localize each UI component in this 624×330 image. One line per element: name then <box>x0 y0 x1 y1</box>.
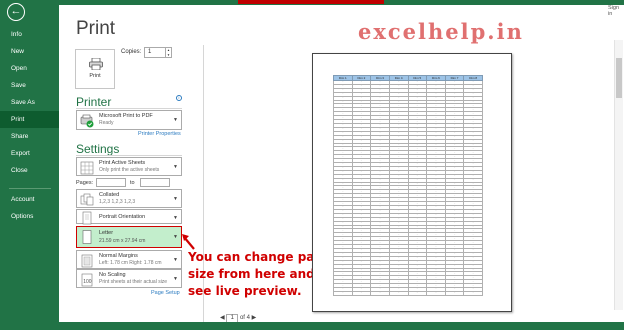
page-setup-link[interactable]: Page Setup <box>151 290 180 296</box>
chevron-down-icon: ▼ <box>173 234 178 240</box>
callout-arrow-icon <box>182 234 195 250</box>
backstage-nav: ← Info New Open Save Save As Print Share Export… <box>0 0 59 330</box>
title-bar-highlight <box>238 0 384 4</box>
nav-item-info[interactable]: Info <box>0 26 59 43</box>
copies-spinner[interactable]: ▲ ▼ <box>165 48 171 57</box>
divider <box>76 108 182 109</box>
pages-to-label: to <box>130 180 135 186</box>
preview-cell: – <box>444 290 465 296</box>
preview-cell: – <box>388 290 409 296</box>
excel-print-backstage: ← Info New Open Save Save As Print Share Export… <box>0 0 624 330</box>
nav-separator <box>9 188 51 189</box>
printer-name: Microsoft Print to PDF <box>99 113 153 119</box>
info-icon[interactable]: i <box>176 95 182 101</box>
preview-cell: – <box>426 290 446 296</box>
scrollbar-thumb[interactable] <box>616 58 622 98</box>
scaling-dropdown[interactable]: 100 No Scaling Print sheets at their act… <box>76 269 182 288</box>
orientation-dropdown[interactable]: Portrait Orientation ▼ <box>76 209 182 225</box>
margins-icon <box>81 254 93 268</box>
margins-dropdown[interactable]: Normal Margins Left: 1.78 cm Right: 1.78… <box>76 250 182 269</box>
chevron-down-icon: ▼ <box>173 196 178 202</box>
collation-title: Collated <box>99 192 120 198</box>
scope-subtitle: Only print the active sheets <box>99 167 160 173</box>
chevron-down-icon: ▼ <box>173 117 178 123</box>
preview-table: Dim 1 Dim 2 Dim 3 Dim 4 Dim 5 Dim 6 Dim 7 Dim 8… <box>333 75 483 296</box>
nav-item-open[interactable]: Open <box>0 60 59 77</box>
svg-text:100: 100 <box>83 279 92 285</box>
pages-to-input[interactable] <box>140 178 170 187</box>
pdf-printer-icon <box>80 114 94 128</box>
nav-item-new[interactable]: New <box>0 43 59 60</box>
sheets-icon <box>80 161 94 175</box>
printer-dropdown[interactable]: Microsoft Print to PDF Ready ▼ <box>76 110 182 130</box>
printer-properties-link[interactable]: Printer Properties <box>138 131 181 137</box>
chevron-down-icon: ▼ <box>173 257 178 263</box>
print-button[interactable]: Print <box>75 49 115 89</box>
paper-size-dropdown[interactable]: Letter 21.59 cm x 27.94 cm ▼ <box>76 226 182 248</box>
margins-subtitle: Left: 1.78 cm Right: 1.78 cm <box>99 260 162 266</box>
taskbar <box>0 322 624 330</box>
printer-icon <box>89 58 103 70</box>
nav-item-account[interactable]: Account <box>0 191 59 208</box>
collate-icon <box>80 193 94 206</box>
printer-heading: Printer <box>76 95 112 109</box>
nav-item-save[interactable]: Save <box>0 77 59 94</box>
copies-value: 1 <box>148 49 152 55</box>
scope-title: Print Active Sheets <box>99 160 146 166</box>
site-watermark: excelhelp.in <box>358 19 524 44</box>
title-bar <box>0 0 624 5</box>
nav-item-print[interactable]: Print <box>0 111 59 128</box>
preview-cell: – <box>333 290 353 296</box>
chevron-down-icon: ▼ <box>173 215 178 221</box>
scaling-title: No Scaling <box>99 272 126 278</box>
back-arrow-icon[interactable]: ← <box>7 3 25 21</box>
print-preview-page: Dim 1 Dim 2 Dim 3 Dim 4 Dim 5 Dim 6 Dim 7 Dim 8… <box>312 53 512 312</box>
nav-item-share[interactable]: Share <box>0 128 59 145</box>
nav-item-save-as[interactable]: Save As <box>0 94 59 111</box>
preview-cell: – <box>463 290 483 296</box>
page-title: Print <box>76 18 116 39</box>
print-button-label: Print <box>89 73 101 79</box>
copies-label: Copies: <box>121 49 142 55</box>
orientation-title: Portrait Orientation <box>99 214 146 220</box>
print-scope-dropdown[interactable]: Print Active Sheets Only print the activ… <box>76 157 182 176</box>
scaling-subtitle: Print sheets at their actual size <box>99 279 168 285</box>
margins-title: Normal Margins <box>99 253 138 259</box>
next-page-icon[interactable]: ▶ <box>252 315 257 321</box>
scaling-icon: 100 <box>81 273 93 287</box>
pages-label: Pages: <box>76 180 94 186</box>
preview-cell: – <box>351 290 372 296</box>
paper-size-title: Letter <box>99 230 114 236</box>
paper-size-subtitle: 21.59 cm x 27.94 cm <box>99 238 146 244</box>
copies-input[interactable]: 1 ▲ ▼ <box>144 47 172 58</box>
nav-item-close[interactable]: Close <box>0 162 59 179</box>
pages-from-input[interactable] <box>96 178 126 187</box>
sign-in-link[interactable]: Sign in <box>608 5 624 17</box>
preview-cell: – <box>407 290 428 296</box>
preview-scrollbar[interactable] <box>614 40 623 310</box>
collation-dropdown[interactable]: Collated 1,2,3 1,2,3 1,2,3 ▼ <box>76 189 182 208</box>
collation-subtitle: 1,2,3 1,2,3 1,2,3 <box>99 199 136 205</box>
nav-item-export[interactable]: Export <box>0 145 59 162</box>
preview-table-row: – – – – – – – – <box>333 290 483 296</box>
chevron-down-icon: ▼ <box>173 276 178 282</box>
prev-page-icon[interactable]: ◀ <box>220 315 225 321</box>
settings-heading: Settings <box>76 142 120 156</box>
chevron-down-icon: ▼ <box>173 164 178 170</box>
nav-item-options[interactable]: Options <box>0 208 59 225</box>
paper-size-icon <box>82 230 92 244</box>
divider <box>76 155 182 156</box>
preview-cell: – <box>370 290 390 296</box>
portrait-icon <box>82 211 92 225</box>
page-total-label: of 4 <box>239 315 250 321</box>
printer-status: Ready <box>99 120 114 126</box>
